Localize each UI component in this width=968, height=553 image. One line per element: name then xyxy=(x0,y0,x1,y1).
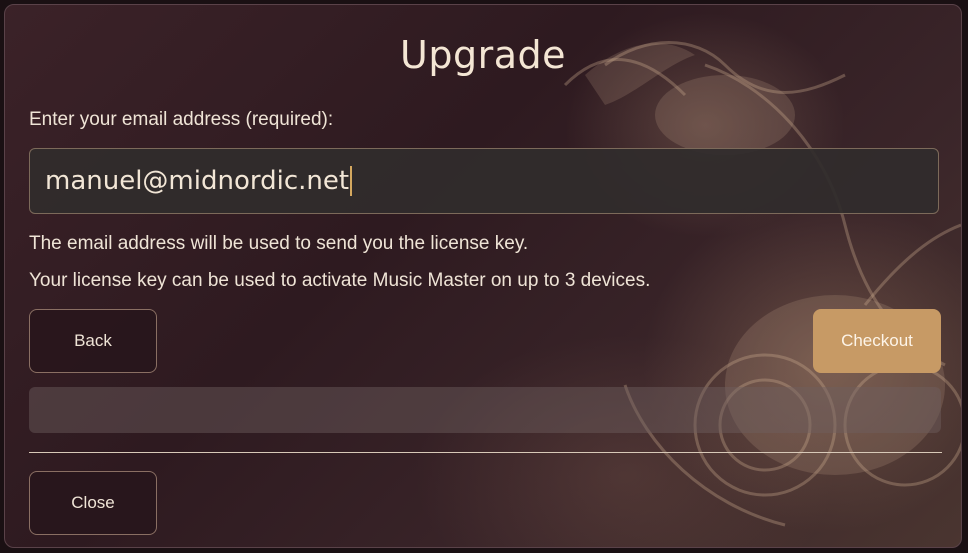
divider xyxy=(29,452,942,453)
upgrade-dialog: Upgrade Enter your email address (requir… xyxy=(4,4,962,548)
email-label: Enter your email address (required): xyxy=(29,109,334,130)
email-value[interactable]: manuel@midnordic.net xyxy=(45,166,349,196)
info-license-key: The email address will be used to send y… xyxy=(29,233,529,254)
back-button[interactable]: Back xyxy=(29,309,157,373)
text-caret xyxy=(350,166,353,196)
email-field[interactable]: manuel@midnordic.net xyxy=(29,148,939,214)
progress-bar xyxy=(29,387,941,433)
checkout-button[interactable]: Checkout xyxy=(813,309,941,373)
dialog-title: Upgrade xyxy=(400,33,566,77)
info-device-limit: Your license key can be used to activate… xyxy=(29,270,651,291)
close-button[interactable]: Close xyxy=(29,471,157,535)
